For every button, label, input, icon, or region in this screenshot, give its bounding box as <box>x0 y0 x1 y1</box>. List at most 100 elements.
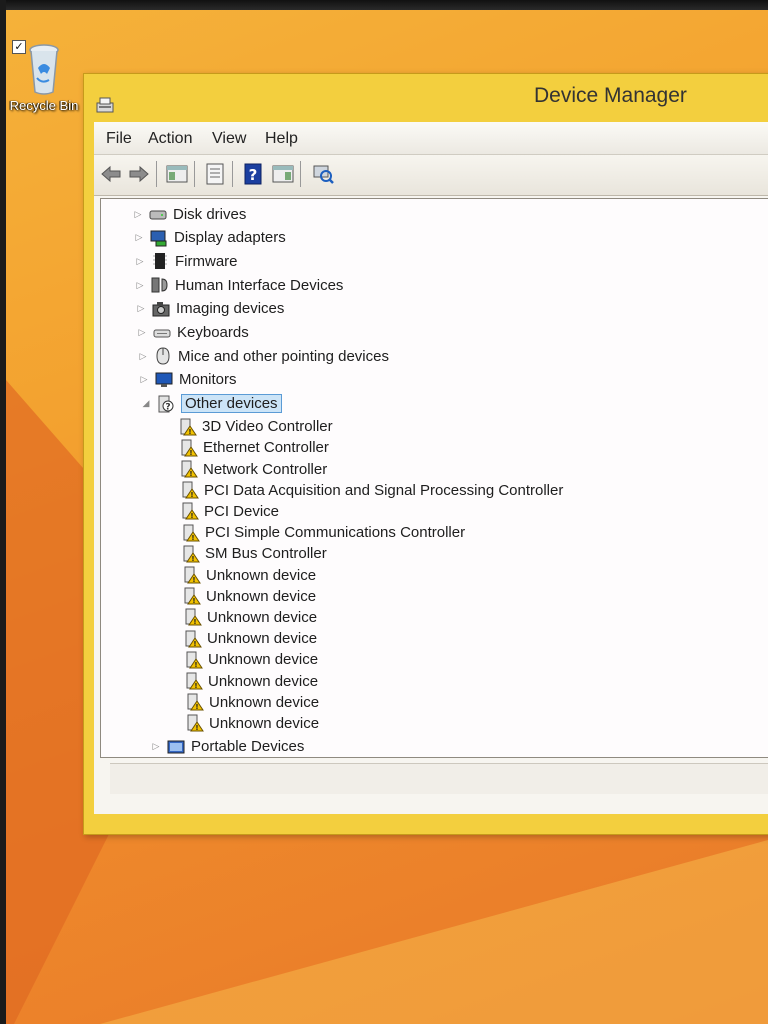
collapse-arrow-icon[interactable]: ◢ <box>139 397 153 411</box>
expand-arrow-icon[interactable]: ▷ <box>149 740 163 754</box>
device-manager-window[interactable]: Device Manager File Action View Help ? ▷… <box>83 73 768 835</box>
title-bar[interactable]: Device Manager <box>84 74 768 124</box>
warning-device-icon: ! <box>182 545 200 563</box>
expand-arrow-icon[interactable]: ▷ <box>131 207 145 221</box>
forward-arrow-icon[interactable] <box>126 161 152 187</box>
monitor-icon <box>155 371 173 389</box>
warning-device-icon: ! <box>180 439 198 457</box>
svg-text:!: ! <box>192 597 195 605</box>
tree-device-item[interactable]: ! PCI Simple Communications Controller <box>182 522 465 544</box>
svg-text:!: ! <box>188 428 191 436</box>
expand-arrow-icon[interactable]: ▷ <box>137 373 151 387</box>
svg-text:?: ? <box>165 402 170 412</box>
tree-category[interactable]: ▷Print queues <box>149 756 275 757</box>
svg-text:!: ! <box>189 470 192 478</box>
svg-text:!: ! <box>189 449 192 457</box>
svg-text:?: ? <box>249 166 258 184</box>
tree-device-item[interactable]: ! Unknown device <box>185 670 318 692</box>
svg-text:!: ! <box>191 534 194 542</box>
warning-device-icon: ! <box>179 418 197 436</box>
tree-device-item[interactable]: ! PCI Data Acquisition and Signal Process… <box>181 479 563 501</box>
tree-device-item[interactable]: ! PCI Device <box>181 500 279 522</box>
tree-device-label: Unknown device <box>207 608 318 626</box>
camera-icon <box>152 300 170 318</box>
warning-device-icon: ! <box>185 651 203 669</box>
selection-checkbox[interactable]: ✓ <box>12 40 26 54</box>
tree-category[interactable]: ▷ Keyboards <box>135 322 249 344</box>
expand-arrow-icon[interactable]: ▷ <box>132 231 146 245</box>
tree-category[interactable]: ▷ Disk drives <box>131 203 247 225</box>
tree-category-label: Keyboards <box>177 324 249 341</box>
warning-device-icon: ! <box>186 693 204 711</box>
expand-arrow-icon[interactable]: ▷ <box>136 349 150 363</box>
expand-arrow-icon[interactable]: ▷ <box>133 254 147 268</box>
properties-icon[interactable] <box>202 161 228 187</box>
tree-device-label: Ethernet Controller <box>203 439 329 457</box>
help-icon[interactable]: ? <box>240 161 266 187</box>
tree-device-label: 3D Video Controller <box>202 418 333 436</box>
tree-device-item[interactable]: ! Ethernet Controller <box>180 437 329 459</box>
tree-category[interactable]: ▷ Mice and other pointing devices <box>136 345 389 367</box>
tree-device-label: Network Controller <box>203 460 328 478</box>
svg-text:!: ! <box>195 724 198 732</box>
svg-text:!: ! <box>194 682 197 690</box>
menu-help[interactable]: Help <box>265 130 298 148</box>
tree-device-item[interactable]: ! Unknown device <box>183 585 316 607</box>
warning-device-icon: ! <box>186 714 204 732</box>
svg-text:!: ! <box>191 555 194 563</box>
show-hide-console-tree-icon[interactable] <box>164 161 190 187</box>
tree-device-label: Unknown device <box>208 672 319 690</box>
recycle-bin-shortcut[interactable]: ✓ Recycle Bin <box>6 38 82 113</box>
tree-category-label: Mice and other pointing devices <box>178 347 389 365</box>
expand-arrow-icon[interactable]: ▷ <box>135 326 149 340</box>
status-bar <box>110 763 768 794</box>
hid-icon <box>151 276 169 294</box>
tree-device-item[interactable]: ! Unknown device <box>183 564 316 586</box>
tree-device-label: Unknown device <box>209 693 320 711</box>
svg-text:!: ! <box>192 576 195 584</box>
tree-device-label: Unknown device <box>206 587 317 605</box>
toolbar-separator <box>156 161 157 187</box>
tree-device-label: PCI Simple Communications Controller <box>205 524 466 542</box>
svg-text:!: ! <box>190 491 193 499</box>
expand-arrow-icon[interactable]: ▷ <box>133 278 147 292</box>
device-tree[interactable]: ▷ Disk drives ▷ Display adapters ▷ Firmware ▷ H… <box>100 198 768 758</box>
tree-device-item[interactable]: ! Unknown device <box>185 649 318 671</box>
disk-drive-icon <box>149 205 167 223</box>
monitor-bezel-top <box>0 0 768 10</box>
warning-device-icon: ! <box>181 481 199 499</box>
window-client-area: File Action View Help ? ▷ Disk drives ▷ … <box>94 122 768 814</box>
menu-view[interactable]: View <box>212 130 246 148</box>
tree-device-item[interactable]: ! SM Bus Controller <box>182 543 327 565</box>
tree-category-label: Other devices <box>181 394 282 414</box>
tree-device-label: PCI Device <box>204 502 280 520</box>
scan-hardware-icon[interactable] <box>310 161 336 187</box>
tree-category[interactable]: ▷ Portable Devices <box>149 736 305 757</box>
tree-device-item[interactable]: ! 3D Video Controller <box>179 416 333 438</box>
expand-arrow-icon[interactable]: ▷ <box>134 302 148 316</box>
tree-category-other-devices[interactable]: ◢? Other devices <box>139 393 282 415</box>
action-pane-icon[interactable] <box>270 161 296 187</box>
tree-category[interactable]: ▷ Monitors <box>137 369 237 391</box>
warning-device-icon: ! <box>184 630 202 648</box>
portable-device-icon <box>167 738 185 756</box>
menu-file[interactable]: File <box>106 130 132 148</box>
back-arrow-icon[interactable] <box>98 161 124 187</box>
wallpaper-shape-light <box>100 840 768 1024</box>
tree-device-label: Unknown device <box>209 714 320 732</box>
tree-device-item[interactable]: ! Unknown device <box>184 606 317 628</box>
svg-text:!: ! <box>193 618 196 626</box>
tree-device-label: SM Bus Controller <box>205 545 327 563</box>
tree-category[interactable]: ▷ Human Interface Devices <box>133 274 344 296</box>
tree-device-item[interactable]: ! Unknown device <box>186 712 319 734</box>
toolbar: ? <box>94 155 768 196</box>
menu-action[interactable]: Action <box>148 130 192 148</box>
tree-category[interactable]: ▷ Display adapters <box>132 227 286 249</box>
tree-device-item[interactable]: ! Network Controller <box>180 458 327 480</box>
tree-device-item[interactable]: ! Unknown device <box>186 691 319 713</box>
tree-category[interactable]: ▷ Firmware <box>133 250 238 272</box>
tree-category[interactable]: ▷ Imaging devices <box>134 298 285 320</box>
svg-text:!: ! <box>195 703 198 711</box>
warning-device-icon: ! <box>183 587 201 605</box>
tree-device-item[interactable]: ! Unknown device <box>184 628 317 650</box>
